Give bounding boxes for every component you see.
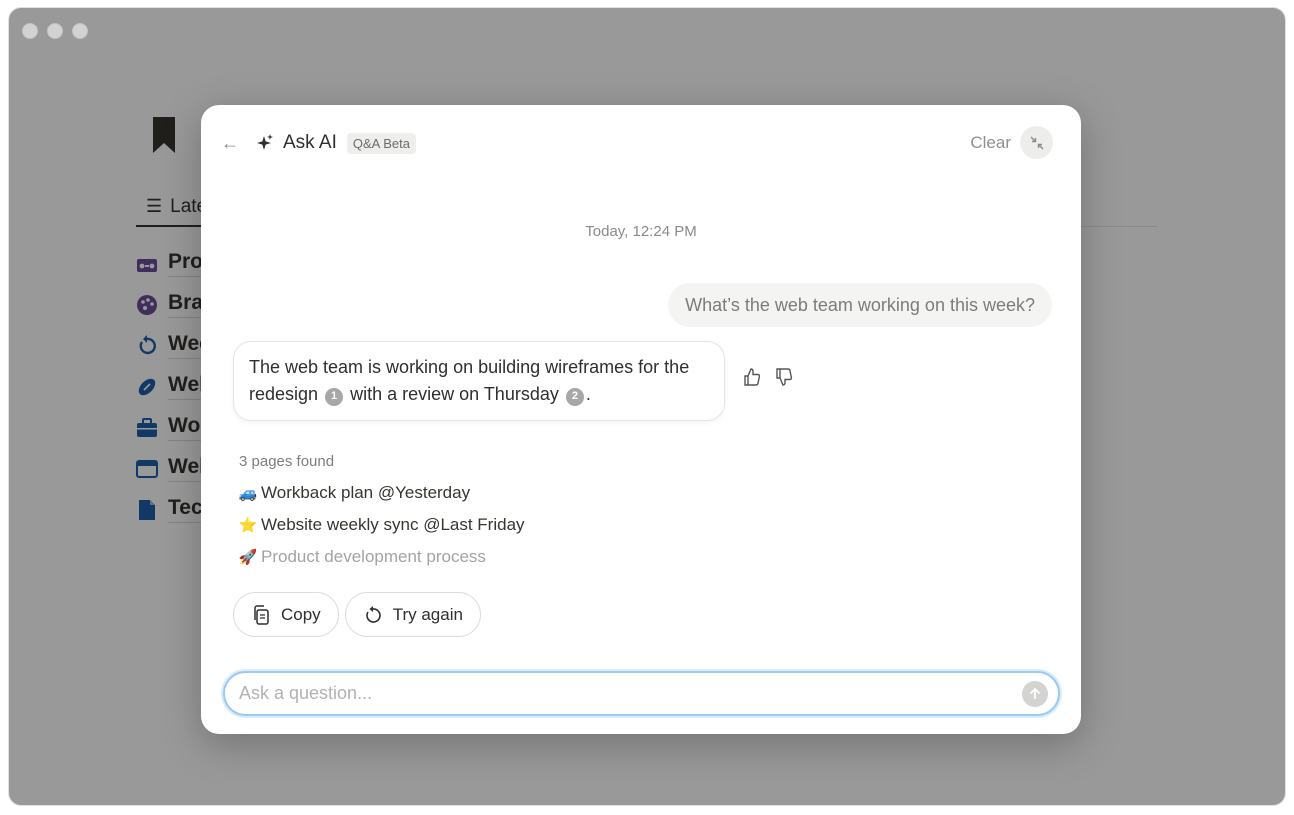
citation-badge[interactable]: 1 xyxy=(325,387,344,406)
response-actions: Copy Try again xyxy=(233,592,481,637)
ask-ai-dialog: ← Ask AI Q&A Beta Clear Today, 12:24 PM … xyxy=(201,105,1081,734)
collapse-icon xyxy=(1030,136,1043,149)
sparkle-icon xyxy=(257,134,273,150)
source-page-link[interactable]: 🚙 Workback plan @Yesterday xyxy=(238,477,525,509)
app-window: ☰ Latest Product Brand Weekly Web xyxy=(9,8,1285,805)
source-page-title: Workback plan @Yesterday xyxy=(261,483,471,502)
minimize-window-button[interactable] xyxy=(47,23,63,39)
source-page-link[interactable]: 🚀 Product development process xyxy=(238,541,525,573)
user-message-bubble: What’s the web team working on this week… xyxy=(668,283,1052,327)
try-again-button[interactable]: Try again xyxy=(344,592,481,637)
close-window-button[interactable] xyxy=(22,23,38,39)
question-input-container xyxy=(223,671,1060,716)
thumbs-down-icon[interactable] xyxy=(774,367,794,387)
back-arrow-icon[interactable]: ← xyxy=(221,133,239,154)
question-input[interactable] xyxy=(239,673,999,714)
source-page-link[interactable]: ⭐ Website weekly sync @Last Friday xyxy=(238,509,525,541)
dialog-title: Ask AI Q&A Beta xyxy=(255,132,416,154)
source-pages-list: 🚙 Workback plan @Yesterday ⭐ Website wee… xyxy=(238,477,525,573)
title-text: Ask AI xyxy=(283,132,337,153)
ai-response-bubble: The web team is working on building wire… xyxy=(233,341,725,421)
pages-found-label: 3 pages found xyxy=(239,453,335,470)
dialog-header: ← Ask AI Q&A Beta Clear xyxy=(201,105,1081,181)
feedback-controls xyxy=(742,367,794,387)
copy-icon xyxy=(254,604,269,625)
source-page-title: Product development process xyxy=(261,547,486,566)
arrow-up-icon xyxy=(1029,687,1041,699)
copy-button[interactable]: Copy xyxy=(233,592,339,637)
collapse-button[interactable] xyxy=(1020,126,1053,159)
rocket-icon: 🚀 xyxy=(238,549,258,566)
source-page-title: Website weekly sync @Last Friday xyxy=(261,515,525,534)
clear-button[interactable]: Clear xyxy=(970,133,1011,153)
ai-response-text: with a review on Thursday xyxy=(350,384,559,404)
send-button[interactable] xyxy=(1022,681,1048,707)
copy-label: Copy xyxy=(281,604,321,624)
try-again-label: Try again xyxy=(392,604,463,624)
window-controls xyxy=(22,23,88,39)
thumbs-up-icon[interactable] xyxy=(742,367,762,387)
ai-response-text: . xyxy=(585,384,591,404)
retry-icon xyxy=(365,605,381,623)
star-icon: ⭐ xyxy=(238,517,258,534)
conversation-timestamp: Today, 12:24 PM xyxy=(585,223,697,240)
car-icon: 🚙 xyxy=(238,485,258,502)
beta-badge: Q&A Beta xyxy=(346,132,416,154)
citation-badge[interactable]: 2 xyxy=(565,387,584,406)
zoom-window-button[interactable] xyxy=(72,23,88,39)
